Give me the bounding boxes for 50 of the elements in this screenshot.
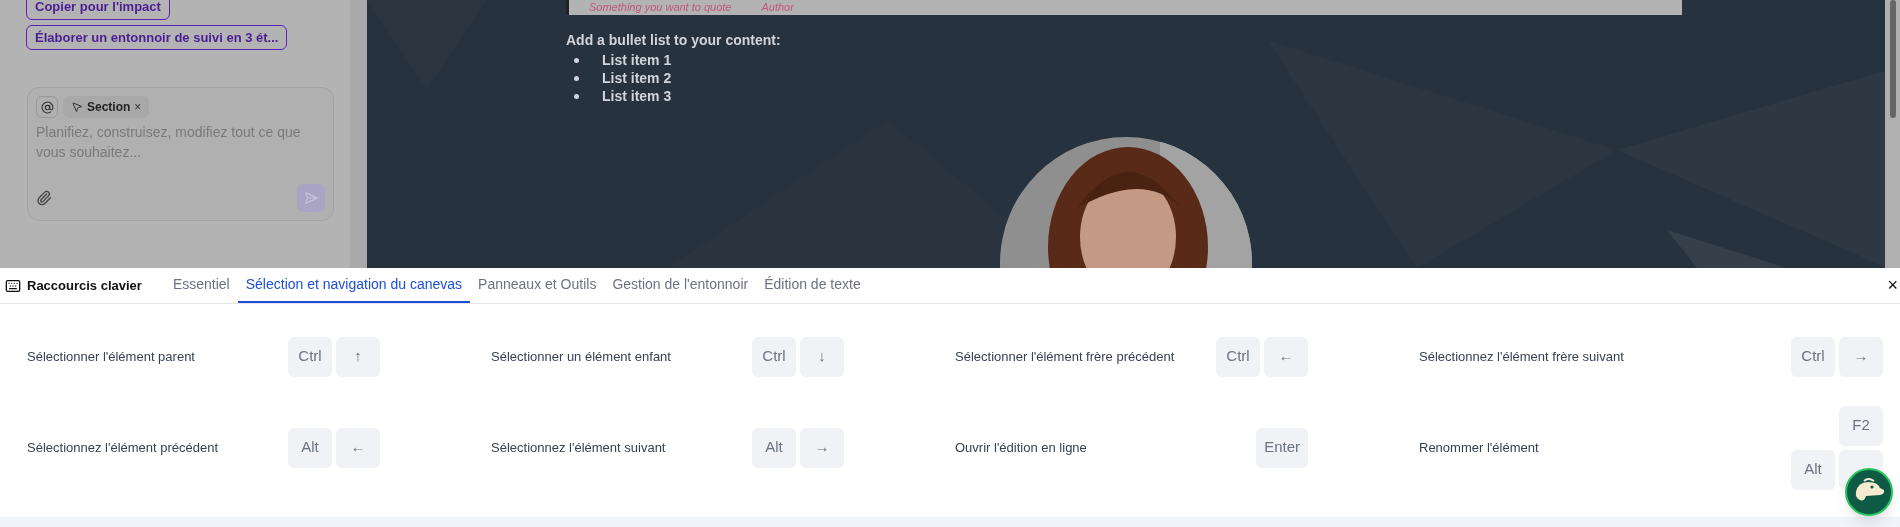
keyboard-key: Enter <box>1256 427 1308 468</box>
shortcut-tab[interactable]: Essentiel <box>164 268 238 303</box>
shortcut-label: Sélectionner un élément enfant <box>491 347 671 366</box>
shortcut-label: Sélectionnez l'élément précédent <box>27 438 219 457</box>
keyboard-key: ↓ <box>800 336 844 377</box>
keyboard-key: Alt <box>752 427 796 468</box>
list-heading: Add a bullet list to your content: <box>566 31 782 50</box>
shortcut-label: Renommer l'élément <box>1419 438 1539 457</box>
shortcut-tab[interactable]: Édition de texte <box>756 268 869 303</box>
at-icon <box>40 100 54 114</box>
shortcut-tab[interactable]: Sélection et navigation du canevas <box>237 268 471 303</box>
keyboard-key: Alt <box>288 427 332 468</box>
list-item: List item 3 <box>602 87 672 105</box>
keyboard-key: F2 <box>1839 405 1883 446</box>
keyboard-key: Ctrl <box>288 336 332 377</box>
keyboard-key: → <box>800 427 844 468</box>
keyboard-key: Ctrl <box>1791 336 1835 377</box>
cursor-icon <box>71 101 83 113</box>
attach-icon[interactable] <box>36 190 52 206</box>
shortcut-label: Sélectionner l'élément frère précédent <box>955 347 1175 366</box>
support-mascot-button[interactable] <box>1845 468 1893 516</box>
mention-button[interactable] <box>36 96 58 118</box>
keyboard-key: Alt <box>1791 449 1835 490</box>
chip-label: Section <box>87 99 131 116</box>
suggestion-chip[interactable]: Copier pour l'impact <box>26 0 170 20</box>
panel-title: Raccourcis clavier <box>27 276 142 295</box>
list-item: List item 2 <box>602 69 672 87</box>
keyboard-key: → <box>1839 336 1883 377</box>
remove-chip-button[interactable]: × <box>134 98 142 116</box>
shortcut-tab[interactable]: Panneaux et Outils <box>470 268 605 303</box>
bullet-icon <box>574 75 579 81</box>
bullet-icon <box>574 57 579 63</box>
shortcut-label: Ouvrir l'édition en ligne <box>955 438 1087 457</box>
keyboard-icon <box>5 277 21 294</box>
close-button[interactable]: × <box>1887 272 1898 299</box>
quote-text: Something you want to quote <box>589 2 732 13</box>
shortcut-label: Sélectionnez l'élément suivant <box>491 438 666 457</box>
keyboard-key: ← <box>336 427 380 468</box>
shortcut-label: Sélectionnez l'élément frère suivant <box>1419 347 1624 366</box>
shortcut-tab[interactable]: Gestion de l'entonnoir <box>604 268 757 303</box>
list-item: List item 1 <box>602 51 672 69</box>
suggestion-chip[interactable]: Élaborer un entonnoir de suivi en 3 ét... <box>26 24 288 50</box>
keyboard-key: ← <box>1264 336 1308 377</box>
keyboard-key: Ctrl <box>1216 336 1260 377</box>
shortcut-label: Sélectionner l'élément parent <box>27 347 195 366</box>
send-icon <box>304 191 318 205</box>
bullet-icon <box>574 93 579 99</box>
keyboard-key: Ctrl <box>752 336 796 377</box>
quote-author: Author <box>761 2 794 13</box>
keyboard-key: ↑ <box>336 336 380 377</box>
